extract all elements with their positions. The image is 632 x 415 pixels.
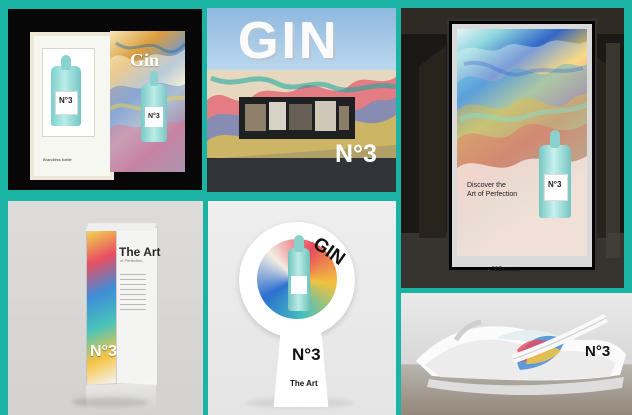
display-base-number: N°3: [292, 345, 321, 364]
sneaker-number: N°3: [585, 343, 611, 360]
collage-stage: N°3 Brandless bottle Gin N°3 GIN N°3 N°3…: [0, 0, 632, 415]
right-poster: Gin N°3: [110, 31, 185, 172]
gift-box-panel: The Art of Perfection N°3: [8, 201, 203, 415]
board-bottle-number: N°3: [548, 180, 562, 189]
box-front: [86, 229, 118, 386]
poster-caption: Brandless bottle: [43, 157, 72, 162]
box-number: N°3: [90, 343, 117, 360]
digital-board-frame: N°3 Discover the Art of Perfection JCDec…: [449, 21, 595, 273]
left-poster: N°3 Brandless bottle: [30, 32, 114, 180]
box-top: [85, 223, 157, 231]
box-reflection: [86, 383, 156, 413]
display-panel: GIN N°3 The Art: [208, 201, 396, 415]
poster-panel: N°3 Brandless bottle Gin N°3: [8, 9, 202, 190]
display-bottle-label: [291, 276, 307, 294]
poster-bottle-neck: [150, 71, 158, 86]
display-base-text: The Art: [290, 379, 318, 388]
sneaker-panel: N°3: [401, 293, 632, 415]
box-title: The Art: [119, 245, 161, 259]
board-headline-line-2: Art of Perfection: [467, 191, 518, 198]
digital-board-art: [457, 40, 587, 256]
bottle-number: N°3: [59, 96, 73, 105]
board-headline-line-1: Discover the: [467, 182, 506, 189]
box-subtitle: of Perfection: [120, 258, 143, 263]
board-bottle-neck: [550, 130, 560, 148]
poster-bottle-number: N°3: [148, 113, 160, 120]
poster-gin-text: Gin: [130, 50, 160, 70]
board-footer-brand: JCDecaux: [491, 267, 521, 273]
pavilion-sign: GIN: [238, 12, 340, 70]
display-bottle-neck: [294, 235, 304, 252]
box-text-lines: [120, 274, 146, 311]
gin-pavilion-panel: GIN N°3: [207, 8, 396, 192]
digital-board-panel: N°3 Discover the Art of Perfection JCDec…: [401, 8, 624, 288]
digital-board-screen: N°3 Discover the Art of Perfection: [457, 29, 587, 256]
display-base: [273, 329, 329, 407]
pavilion-number: N°3: [335, 140, 377, 168]
bottle-neck: [61, 55, 71, 70]
